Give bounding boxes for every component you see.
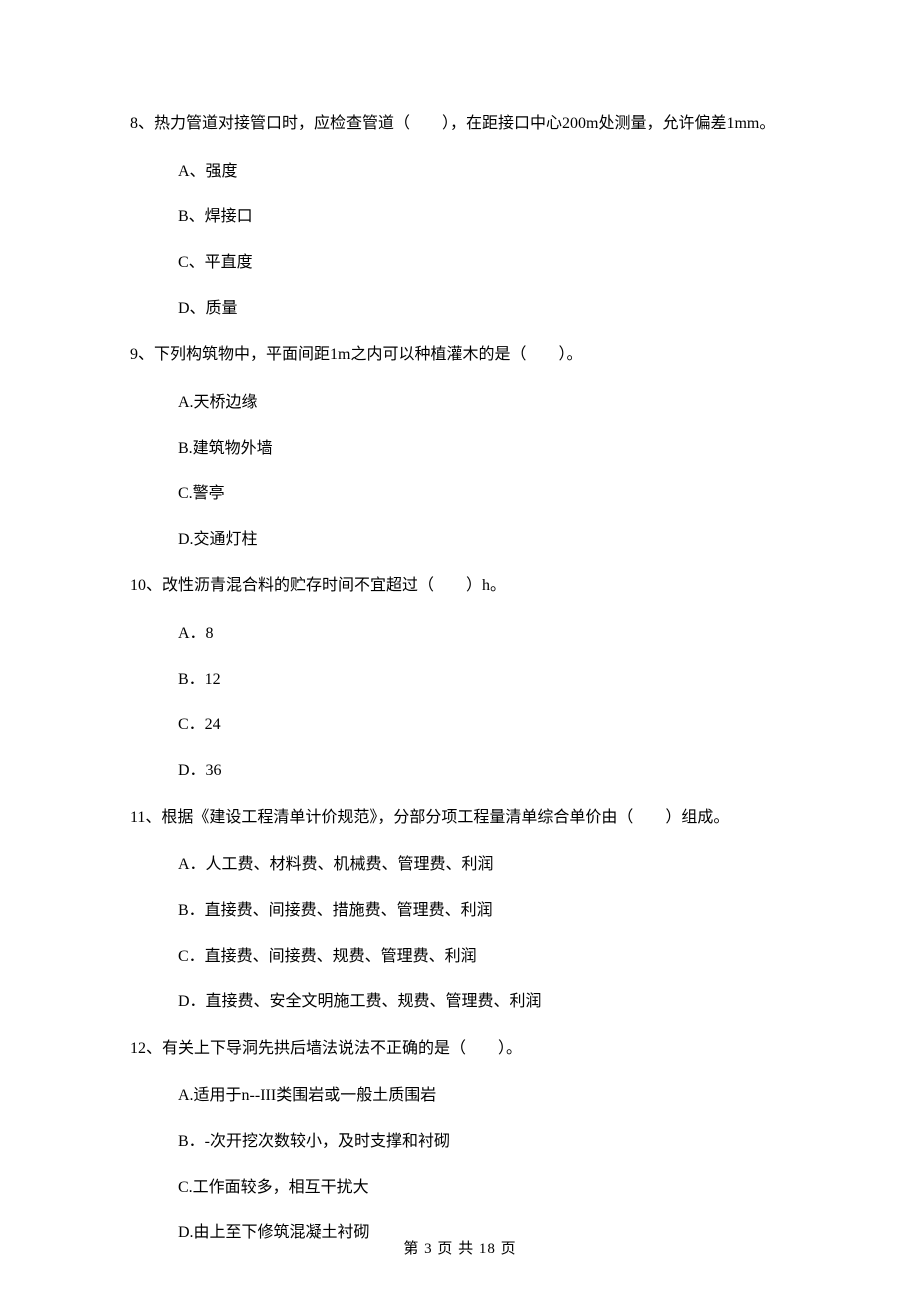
question-10: 10、改性沥青混合料的贮存时间不宜超过（ ）h。 A．8 B．12 C．24 D… [130,572,790,783]
question-12: 12、有关上下导洞先拱后墙法说法不正确的是（ ）。 A.适用于n--III类围岩… [130,1035,790,1246]
question-stem: 改性沥青混合料的贮存时间不宜超过（ ）h。 [162,577,506,594]
options-list: A.适用于n--III类围岩或一般土质围岩 B．-次开挖次数较小，及时支撑和衬砌… [130,1083,790,1245]
option-d: D．直接费、安全文明施工费、规费、管理费、利润 [178,989,790,1015]
options-list: A.天桥边缘 B.建筑物外墙 C.警亭 D.交通灯柱 [130,390,790,552]
option-a: A.适用于n--III类围岩或一般土质围岩 [178,1083,790,1109]
question-text: 12、有关上下导洞先拱后墙法说法不正确的是（ ）。 [130,1035,790,1064]
options-list: A．人工费、材料费、机械费、管理费、利润 B．直接费、间接费、措施费、管理费、利… [130,852,790,1014]
question-stem: 根据《建设工程清单计价规范》，分部分项工程量清单综合单价由（ ）组成。 [161,809,729,826]
option-c: C.工作面较多，相互干扰大 [178,1175,790,1201]
option-c: C、平直度 [178,250,790,276]
question-stem: 有关上下导洞先拱后墙法说法不正确的是（ ）。 [162,1040,522,1057]
question-number: 8、 [130,115,154,132]
options-list: A、强度 B、焊接口 C、平直度 D、质量 [130,159,790,321]
option-b: B．直接费、间接费、措施费、管理费、利润 [178,898,790,924]
option-b: B、焊接口 [178,204,790,230]
question-number: 11、 [130,809,161,826]
option-c: C．24 [178,712,790,738]
option-a: A.天桥边缘 [178,390,790,416]
question-text: 10、改性沥青混合料的贮存时间不宜超过（ ）h。 [130,572,790,601]
question-stem: 热力管道对接管口时，应检查管道（ ），在距接口中心200m处测量，允许偏差1mm… [154,115,775,132]
option-c: C.警亭 [178,481,790,507]
option-b: B．-次开挖次数较小，及时支撑和衬砌 [178,1129,790,1155]
question-11: 11、根据《建设工程清单计价规范》，分部分项工程量清单综合单价由（ ）组成。 A… [130,804,790,1015]
option-a: A、强度 [178,159,790,185]
option-d: D.交通灯柱 [178,527,790,553]
question-number: 12、 [130,1040,162,1057]
option-d: D、质量 [178,296,790,322]
question-number: 10、 [130,577,162,594]
content-area: 8、热力管道对接管口时，应检查管道（ ），在距接口中心200m处测量，允许偏差1… [130,110,790,1246]
question-text: 9、下列构筑物中，平面间距1m之内可以种植灌木的是（ ）。 [130,341,790,370]
options-list: A．8 B．12 C．24 D．36 [130,621,790,783]
question-stem: 下列构筑物中，平面间距1m之内可以种植灌木的是（ ）。 [154,346,582,363]
page-footer: 第 3 页 共 18 页 [0,1238,920,1261]
option-a: A．8 [178,621,790,647]
option-a: A．人工费、材料费、机械费、管理费、利润 [178,852,790,878]
option-c: C．直接费、间接费、规费、管理费、利润 [178,944,790,970]
option-d: D．36 [178,758,790,784]
question-8: 8、热力管道对接管口时，应检查管道（ ），在距接口中心200m处测量，允许偏差1… [130,110,790,321]
question-text: 11、根据《建设工程清单计价规范》，分部分项工程量清单综合单价由（ ）组成。 [130,804,790,833]
option-b: B．12 [178,667,790,693]
question-9: 9、下列构筑物中，平面间距1m之内可以种植灌木的是（ ）。 A.天桥边缘 B.建… [130,341,790,552]
option-b: B.建筑物外墙 [178,436,790,462]
question-number: 9、 [130,346,154,363]
question-text: 8、热力管道对接管口时，应检查管道（ ），在距接口中心200m处测量，允许偏差1… [130,110,790,139]
